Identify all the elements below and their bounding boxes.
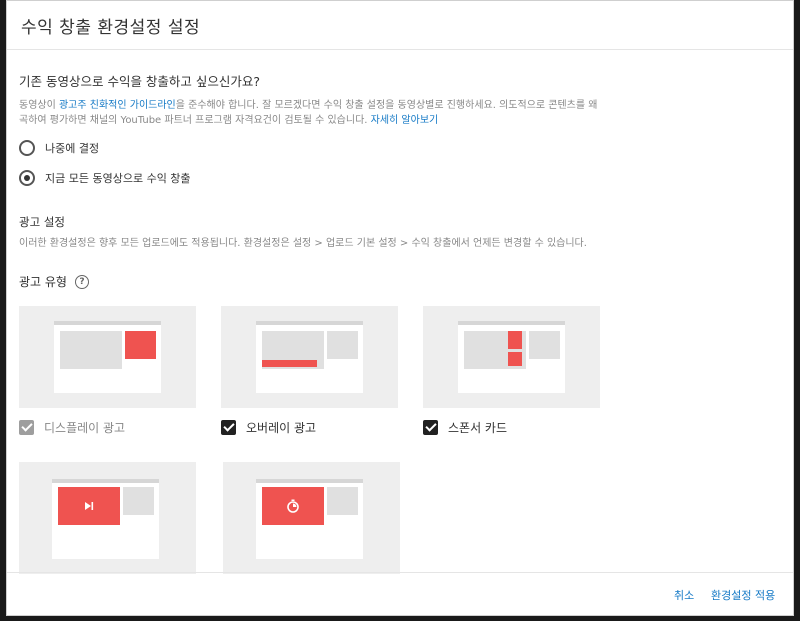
sponsored-card-block-top bbox=[508, 331, 522, 349]
apply-preferences-button[interactable]: 환경설정 적용 bbox=[711, 587, 775, 603]
mini-page-bar bbox=[52, 479, 159, 483]
mini-page-preview bbox=[458, 321, 565, 393]
sidebar-placeholder bbox=[123, 487, 154, 515]
monetize-question: 기존 동영상으로 수익을 창출하고 싶으신가요? bbox=[19, 74, 261, 89]
timer-icon bbox=[287, 499, 299, 513]
dialog-body: 기존 동영상으로 수익을 창출하고 싶으신가요? 동영상이 광고주 친화적인 가… bbox=[19, 71, 793, 290]
display-ad-block bbox=[125, 331, 156, 359]
mini-page-preview bbox=[52, 479, 159, 559]
checkbox-overlay-ad[interactable]: 오버레이 광고 bbox=[221, 419, 316, 436]
radio-button[interactable] bbox=[19, 140, 35, 156]
checkbox-disabled bbox=[19, 420, 34, 435]
overlay-ad-block bbox=[262, 360, 317, 367]
video-placeholder bbox=[60, 331, 122, 369]
mini-page-preview bbox=[256, 321, 363, 393]
ad-settings-description: 이러한 환경설정은 향후 모든 업로드에도 적용됩니다. 환경설정은 설정 > … bbox=[19, 238, 587, 249]
radio-decide-later[interactable]: 나중에 결정 bbox=[19, 138, 793, 158]
cancel-button[interactable]: 취소 bbox=[674, 587, 694, 603]
overlay-ad-card[interactable] bbox=[221, 306, 398, 408]
checkbox-checked[interactable] bbox=[423, 420, 438, 435]
help-icon[interactable]: ? bbox=[74, 274, 89, 289]
ad-settings-title: 광고 설정 bbox=[19, 215, 65, 229]
sponsored-card-block-bottom bbox=[508, 352, 522, 366]
desc-text-start: 동영상이 bbox=[19, 100, 59, 111]
checkbox-checked[interactable] bbox=[221, 420, 236, 435]
video-ad-block bbox=[58, 487, 120, 525]
dialog-header: 수익 창출 환경설정 설정 bbox=[7, 1, 793, 50]
radio-label: 나중에 결정 bbox=[45, 142, 100, 155]
timed-video-ad-card[interactable] bbox=[223, 462, 400, 574]
mini-page-bar bbox=[256, 321, 363, 325]
checkbox-sponsored-card[interactable]: 스폰서 카드 bbox=[423, 419, 507, 436]
sponsored-card-card[interactable] bbox=[423, 306, 600, 408]
sidebar-placeholder bbox=[529, 331, 560, 359]
mini-page-bar bbox=[458, 321, 565, 325]
skip-icon bbox=[85, 502, 94, 510]
radio-button-selected[interactable] bbox=[19, 170, 35, 186]
radio-monetize-all[interactable]: 지금 모든 동영상으로 수익 창출 bbox=[19, 168, 793, 188]
monetize-description: 동영상이 광고주 친화적인 가이드라인을 준수해야 합니다. 잘 모르겠다면 수… bbox=[19, 98, 604, 128]
mini-page-preview bbox=[256, 479, 363, 559]
checkbox-label: 스폰서 카드 bbox=[448, 421, 508, 435]
dialog-footer: 취소 환경설정 적용 bbox=[7, 572, 793, 615]
sidebar-placeholder bbox=[327, 487, 358, 515]
mini-page-preview bbox=[54, 321, 161, 393]
checkbox-label: 오버레이 광고 bbox=[246, 421, 317, 435]
sidebar-placeholder bbox=[327, 331, 358, 359]
video-ad-block bbox=[262, 487, 324, 525]
checkbox-display-ad: 디스플레이 광고 bbox=[19, 419, 125, 436]
dialog-title: 수익 창출 환경설정 설정 bbox=[21, 18, 201, 38]
guidelines-link[interactable]: 광고주 친화적인 가이드라인 bbox=[59, 100, 176, 111]
mini-page-bar bbox=[54, 321, 161, 325]
ad-types-label: 광고 유형 bbox=[19, 275, 67, 289]
checkbox-label: 디스플레이 광고 bbox=[44, 421, 126, 435]
monetization-dialog: 수익 창출 환경설정 설정 기존 동영상으로 수익을 창출하고 싶으신가요? 동… bbox=[6, 0, 794, 616]
skippable-video-ad-card[interactable] bbox=[19, 462, 196, 574]
ad-types-heading: 광고 유형 ? bbox=[19, 273, 793, 290]
display-ad-card[interactable] bbox=[19, 306, 196, 408]
radio-label: 지금 모든 동영상으로 수익 창출 bbox=[45, 172, 191, 185]
learn-more-link[interactable]: 자세히 알아보기 bbox=[371, 115, 439, 126]
mini-page-bar bbox=[256, 479, 363, 483]
